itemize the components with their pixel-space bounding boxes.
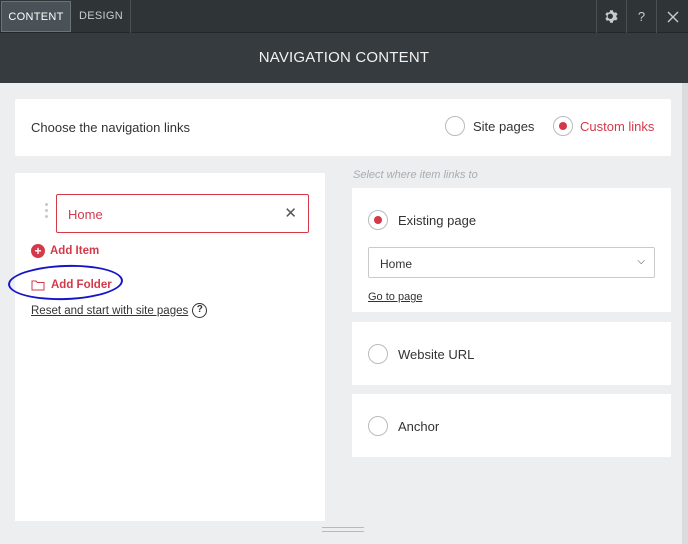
website-url-panel: Website URL (352, 322, 671, 385)
reset-link[interactable]: Reset and start with site pages ? (31, 303, 208, 318)
reset-label: Reset and start with site pages (31, 304, 189, 317)
custom-links-radio[interactable] (553, 116, 573, 136)
tab-content[interactable]: CONTENT (1, 1, 71, 32)
tab-design[interactable]: DESIGN (72, 1, 130, 32)
resize-handle[interactable] (322, 527, 364, 532)
remove-item-icon[interactable]: ✕ (284, 204, 297, 222)
question-icon[interactable]: ? (192, 303, 208, 318)
help-button[interactable]: ? (626, 0, 656, 33)
gear-icon (605, 10, 618, 23)
settings-button[interactable] (596, 0, 626, 33)
anchor-radio[interactable] (368, 416, 388, 436)
existing-page-panel: Existing page Home ⌵ Go to page (352, 188, 671, 312)
choose-links-label: Choose the navigation links (31, 120, 190, 135)
existing-page-radio[interactable] (368, 210, 388, 230)
list-item-label: Home (68, 207, 103, 222)
page-select-value: Home (380, 257, 413, 271)
scrollbar-track[interactable] (682, 83, 688, 544)
add-item-label: Add Item (50, 245, 100, 257)
close-button[interactable] (656, 0, 688, 33)
go-to-page-link[interactable]: Go to page (368, 291, 422, 303)
anchor-panel: Anchor (352, 394, 671, 457)
website-url-label[interactable]: Website URL (398, 347, 474, 362)
help-icon: ? (637, 9, 646, 24)
anchor-label[interactable]: Anchor (398, 419, 439, 434)
page-title: NAVIGATION CONTENT (0, 33, 688, 83)
plus-icon: + (31, 244, 45, 258)
chevron-down-icon: ⌵ (637, 256, 645, 267)
site-pages-radio[interactable] (445, 116, 465, 136)
choose-links-panel: Choose the navigation links Site pages C… (15, 99, 671, 156)
add-item-button[interactable]: + Add Item (31, 243, 99, 259)
close-icon (667, 11, 678, 22)
add-folder-label: Add Folder (51, 279, 112, 291)
link-list-panel: Home ✕ + Add Item Add Folder Reset and s… (7, 173, 325, 521)
page-select[interactable]: Home ⌵ (368, 247, 655, 278)
tab-divider (130, 0, 131, 33)
top-toolbar: CONTENT DESIGN ? (0, 0, 688, 33)
custom-links-label[interactable]: Custom links (580, 119, 654, 134)
link-target-hint: Select where item links to (353, 169, 478, 181)
drag-handle-icon[interactable] (45, 203, 49, 223)
website-url-radio[interactable] (368, 344, 388, 364)
add-folder-button[interactable]: Add Folder (31, 277, 112, 293)
folder-icon (31, 280, 45, 291)
existing-page-label[interactable]: Existing page (398, 213, 476, 228)
list-item[interactable]: Home ✕ (56, 194, 309, 233)
site-pages-label[interactable]: Site pages (473, 119, 534, 134)
